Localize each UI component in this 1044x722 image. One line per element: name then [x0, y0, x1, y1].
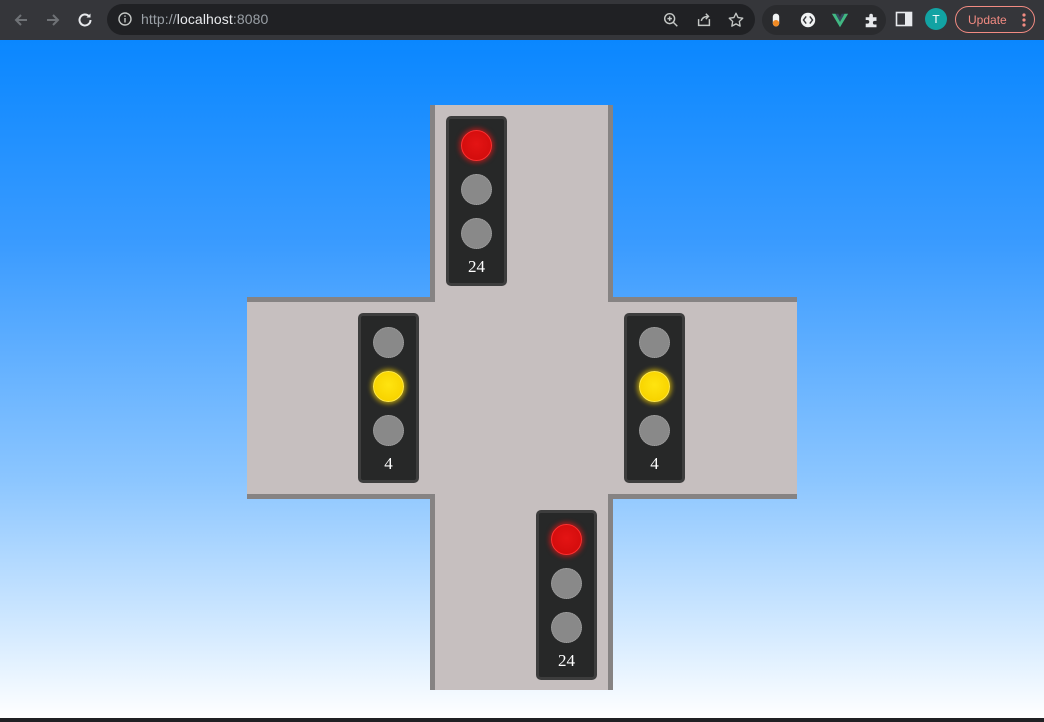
green-lamp — [373, 415, 404, 446]
countdown: 4 — [650, 454, 659, 473]
traffic-light-south: 24 — [536, 510, 597, 680]
reload-button[interactable] — [71, 6, 99, 34]
puzzle-extensions-icon[interactable] — [862, 10, 882, 30]
url-text[interactable]: http://localhost:8080 — [141, 11, 268, 27]
forward-button[interactable] — [39, 6, 67, 34]
green-lamp — [639, 415, 670, 446]
curb — [247, 494, 435, 499]
green-lamp — [551, 612, 582, 643]
update-label: Update — [968, 12, 1007, 27]
url-scheme: http:// — [141, 11, 177, 27]
back-button[interactable] — [7, 6, 35, 34]
countdown: 24 — [468, 257, 485, 276]
pill-extension-icon[interactable] — [766, 10, 786, 30]
arrow-left-icon — [14, 14, 27, 26]
red-lamp — [639, 327, 670, 358]
red-lamp — [461, 130, 492, 161]
browser-toolbar: http://localhost:8080 T Update — [0, 0, 1044, 40]
green-lamp — [461, 218, 492, 249]
star-icon[interactable] — [726, 10, 746, 30]
window-bottom-edge — [0, 718, 1044, 722]
countdown: 4 — [384, 454, 393, 473]
update-button[interactable]: Update — [955, 6, 1035, 33]
yellow-lamp — [461, 174, 492, 205]
info-icon[interactable] — [117, 11, 133, 27]
zoom-in-icon[interactable] — [661, 10, 681, 30]
road-horizontal — [247, 297, 797, 499]
extensions-group — [762, 5, 886, 35]
curb — [247, 297, 435, 302]
vue-devtools-icon[interactable] — [830, 10, 850, 30]
reload-icon — [78, 13, 92, 27]
curb — [608, 105, 613, 297]
curb — [608, 494, 613, 690]
side-panel-icon[interactable] — [894, 9, 914, 29]
url-host: localhost — [176, 11, 233, 27]
curb — [430, 105, 435, 297]
profile-avatar[interactable]: T — [925, 8, 947, 30]
red-lamp — [551, 524, 582, 555]
yellow-lamp — [373, 371, 404, 402]
arrow-right-icon — [47, 14, 60, 26]
traffic-light-east: 4 — [624, 313, 685, 483]
code-extension-icon[interactable] — [798, 10, 818, 30]
share-icon[interactable] — [694, 10, 714, 30]
red-lamp — [373, 327, 404, 358]
curb — [430, 494, 435, 690]
kebab-menu-icon[interactable] — [1022, 12, 1026, 28]
curb — [608, 297, 797, 302]
yellow-lamp — [639, 371, 670, 402]
page-viewport: 24 4 4 24 — [0, 40, 1044, 718]
yellow-lamp — [551, 568, 582, 599]
curb — [608, 494, 797, 499]
traffic-light-west: 4 — [358, 313, 419, 483]
traffic-light-north: 24 — [446, 116, 507, 286]
address-bar[interactable]: http://localhost:8080 — [107, 4, 755, 35]
url-port: :8080 — [232, 11, 269, 27]
countdown: 24 — [558, 651, 575, 670]
